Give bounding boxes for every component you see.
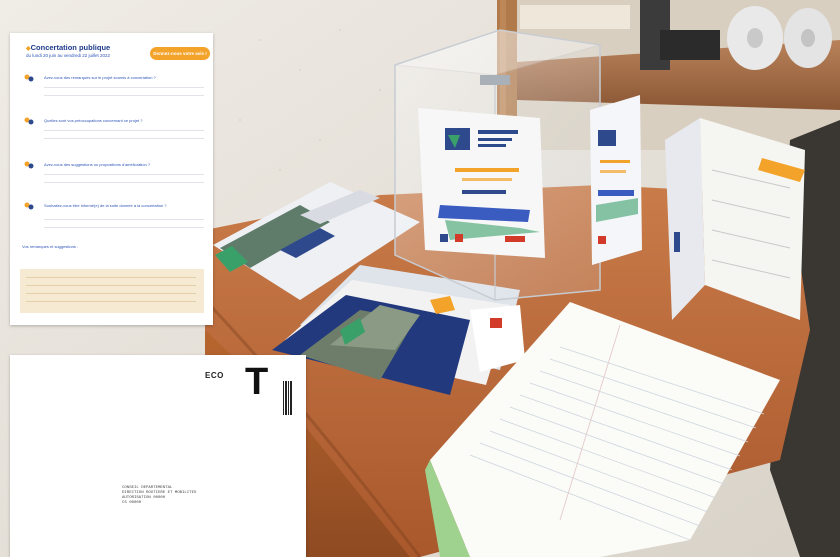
question-text: Avez-vous des remarques sur le projet so… — [44, 75, 156, 80]
question-text: Souhaitez-vous être informé(e) de la sui… — [44, 203, 167, 208]
envelope-eco-label: ECO — [205, 371, 224, 380]
form-badge: Donnez-nous votre avis ! — [150, 47, 210, 60]
speech-bubbles-icon — [24, 74, 34, 82]
envelope-t-letter: T — [245, 361, 269, 403]
envelope-t-stamp: T — [245, 363, 275, 401]
speech-bubbles-icon — [24, 161, 34, 169]
box-poster-front — [418, 108, 545, 258]
speech-bubbles-icon — [24, 117, 34, 125]
form-footer-box — [20, 269, 204, 313]
questionnaire-card: Concertation publique du lundi 20 juin a… — [10, 33, 213, 325]
barcode-icon — [283, 381, 292, 415]
envelope-address: CONSEIL DEPARTEMENTAL DIRECTION ROUTIERE… — [122, 486, 197, 505]
speech-bubbles-icon — [24, 202, 34, 210]
form-title: Concertation publique — [26, 43, 111, 52]
standing-brochure — [665, 118, 805, 320]
box-poster-side — [590, 95, 642, 265]
form-subtitle: du lundi 20 juin au vendredi 22 juillet … — [26, 53, 111, 58]
question-text: Avez-vous des suggestions ou proposition… — [44, 162, 151, 167]
suggestions-label: Vos remarques et suggestions : — [22, 244, 79, 249]
question-text: Quelles sont vos préoccupations concerna… — [44, 118, 143, 123]
